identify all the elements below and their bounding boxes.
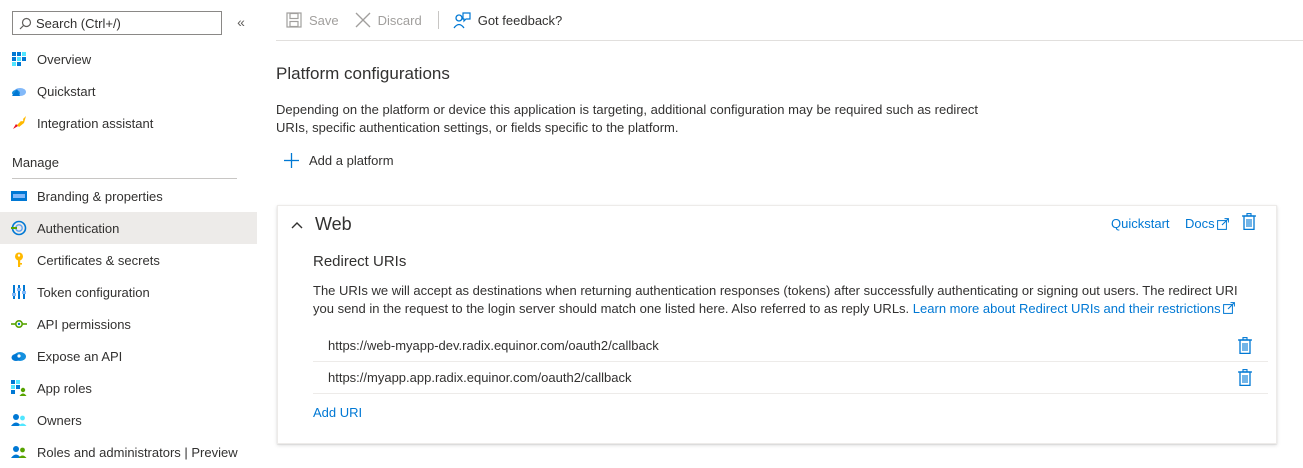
command-bar: Save Discard Got feedback? — [276, 0, 1303, 41]
web-platform-card: Web Quickstart Docs Redirect URIs The UR… — [277, 205, 1277, 444]
owners-icon — [11, 412, 27, 428]
sidebar-item-label: Expose an API — [37, 348, 123, 364]
add-platform-button[interactable]: Add a platform — [284, 153, 394, 168]
sidebar-item-token-configuration[interactable]: Token configuration — [0, 276, 257, 308]
search-icon — [19, 17, 32, 30]
redirect-uris-title: Redirect URIs — [313, 253, 407, 270]
discard-button[interactable]: Discard — [355, 10, 422, 30]
add-uri-link[interactable]: Add URI — [313, 405, 362, 420]
quickstart-link[interactable]: Quickstart — [1111, 216, 1170, 231]
page-description: Depending on the platform or device this… — [276, 102, 978, 135]
close-icon — [355, 12, 371, 28]
sidebar-item-label: App roles — [37, 380, 92, 396]
sidebar-item-authentication[interactable]: Authentication — [0, 212, 257, 244]
sidebar-item-expose-api[interactable]: Expose an API — [0, 340, 257, 372]
quickstart-icon — [11, 83, 27, 99]
collapse-sidebar-button[interactable]: « — [233, 13, 249, 31]
delete-platform-button[interactable] — [1242, 213, 1256, 233]
cloud-icon — [11, 348, 27, 364]
sidebar-item-branding[interactable]: Branding & properties — [0, 180, 257, 212]
section-divider — [12, 178, 237, 179]
redirect-uri-row: https://myapp.app.radix.equinor.com/oaut… — [313, 362, 1268, 394]
feedback-button[interactable]: Got feedback? — [453, 10, 563, 30]
feedback-label: Got feedback? — [477, 12, 563, 28]
save-label: Save — [309, 12, 339, 28]
external-link-icon — [1222, 302, 1235, 314]
sidebar-item-label: Roles and administrators | Preview — [37, 444, 238, 460]
trash-icon — [1238, 337, 1252, 354]
search-input[interactable] — [32, 15, 212, 31]
sidebar-item-label: Token configuration — [37, 284, 150, 300]
page-title: Platform configurations — [276, 64, 450, 83]
chevron-up-icon — [291, 221, 303, 229]
sidebar-item-overview[interactable]: Overview — [0, 43, 257, 75]
card-title: Web — [315, 214, 352, 234]
branding-icon — [11, 188, 27, 204]
sidebar-item-label: Overview — [37, 51, 92, 67]
sidebar-item-label: Integration assistant — [37, 115, 154, 131]
redirect-uri-row: https://web-myapp-dev.radix.equinor.com/… — [313, 330, 1268, 362]
sidebar-item-quickstart[interactable]: Quickstart — [0, 75, 257, 107]
sidebar-item-label: Quickstart — [37, 83, 96, 99]
plus-icon — [284, 153, 299, 168]
key-icon — [11, 252, 27, 268]
save-icon — [286, 12, 302, 28]
external-link-icon — [1216, 217, 1229, 230]
trash-icon — [1242, 213, 1256, 230]
sidebar-item-label: Certificates & secrets — [37, 252, 160, 268]
sidebar-item-label: Owners — [37, 412, 82, 428]
save-button[interactable]: Save — [286, 10, 339, 30]
docs-link[interactable]: Docs — [1185, 216, 1229, 231]
main-content: Save Discard Got feedback? Platform conf… — [276, 0, 1303, 468]
docs-label: Docs — [1185, 216, 1215, 231]
sidebar-item-roles-administrators[interactable]: Roles and administrators | Preview — [0, 436, 257, 468]
rocket-icon — [11, 115, 27, 131]
learn-more-link[interactable]: Learn more about Redirect URIs and their… — [913, 301, 1235, 316]
feedback-icon — [453, 11, 471, 29]
trash-icon — [1238, 369, 1252, 386]
authentication-icon — [11, 220, 27, 236]
sidebar-item-app-roles[interactable]: App roles — [0, 372, 257, 404]
add-platform-label: Add a platform — [309, 153, 394, 168]
redirect-uri-value[interactable]: https://myapp.app.radix.equinor.com/oaut… — [328, 370, 632, 385]
overview-icon — [11, 51, 27, 67]
search-box[interactable] — [12, 11, 222, 35]
sidebar-item-label: Authentication — [37, 220, 120, 236]
toolbar-separator — [437, 11, 439, 29]
redirect-uris-description: The URIs we will accept as destinations … — [313, 282, 1258, 318]
delete-uri-button[interactable] — [1238, 369, 1252, 389]
api-permissions-icon — [11, 316, 27, 332]
discard-label: Discard — [377, 12, 422, 28]
sidebar-item-label: Branding & properties — [37, 188, 163, 204]
sidebar-item-certificates[interactable]: Certificates & secrets — [0, 244, 257, 276]
token-icon — [11, 284, 27, 300]
app-roles-icon — [11, 380, 27, 396]
sidebar-item-api-permissions[interactable]: API permissions — [0, 308, 257, 340]
section-header-manage: Manage — [12, 155, 59, 170]
learn-more-label: Learn more about Redirect URIs and their… — [912, 301, 1221, 316]
sidebar-item-label: API permissions — [37, 316, 131, 332]
sidebar-item-owners[interactable]: Owners — [0, 404, 257, 436]
redirect-uri-value[interactable]: https://web-myapp-dev.radix.equinor.com/… — [328, 338, 659, 353]
delete-uri-button[interactable] — [1238, 337, 1252, 357]
sidebar: « Overview Quickstart Integration assist… — [0, 0, 257, 468]
sidebar-item-integration-assistant[interactable]: Integration assistant — [0, 107, 257, 139]
collapse-card-button[interactable] — [290, 218, 304, 232]
double-chevron-left-icon: « — [237, 14, 245, 30]
roles-icon — [11, 444, 27, 460]
